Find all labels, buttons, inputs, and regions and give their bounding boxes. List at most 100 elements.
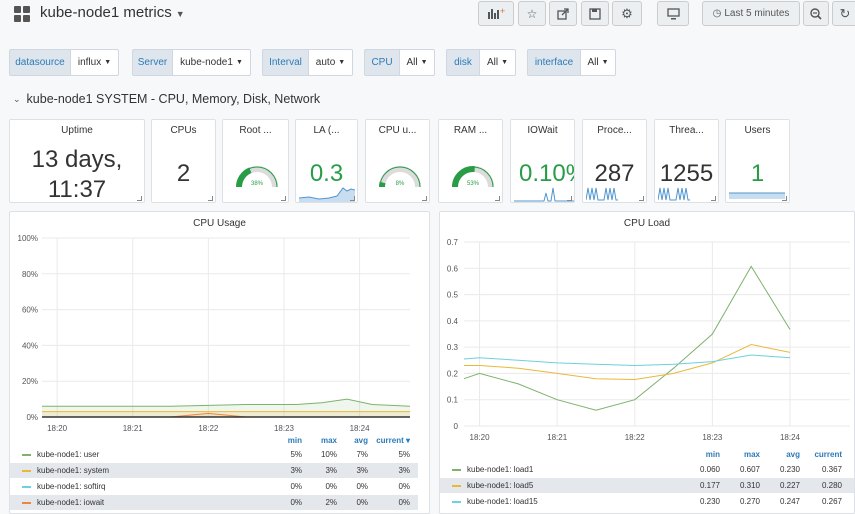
variable-select-cpu[interactable]: All ▼ [400, 49, 435, 76]
legend-header-avg[interactable]: avg [346, 436, 368, 445]
star-icon: ☆ [526, 6, 538, 21]
legend-header-current[interactable]: current [802, 450, 842, 459]
panel-threads[interactable]: Threa... 1255 [654, 119, 719, 203]
legend-avg-value: 0.230 [779, 465, 800, 474]
panel-title: Uptime [61, 125, 93, 136]
share-button[interactable] [549, 1, 577, 26]
resize-handle-icon[interactable] [137, 196, 142, 201]
series-swatch-icon[interactable] [22, 501, 31, 504]
series-swatch-icon[interactable] [22, 469, 31, 472]
legend-avg-value: 0% [356, 482, 368, 491]
cpus-value: 2 [176, 160, 191, 187]
refresh-button[interactable]: ↻ [832, 1, 855, 26]
legend-row[interactable]: kube-node1: iowait 0% 2% 0% 0% [10, 495, 418, 510]
panel-cpu-usage[interactable]: CPU Usage 0% 20% 40% 60% 80% 100% 18:20 18:21 18… [9, 211, 430, 514]
legend-row[interactable]: kube-node1: softirq 0% 0% 0% 0% [10, 479, 418, 494]
legend-header-min[interactable]: min [698, 450, 720, 459]
legend-row[interactable]: kube-node1: system 3% 3% 3% 3% [10, 463, 418, 478]
dashboard-grid-icon[interactable] [14, 6, 30, 22]
legend-header-current[interactable]: current ▾ [368, 436, 410, 445]
cpu-load-chart[interactable]: 0 0.1 0.2 0.3 0.4 0.5 0.6 0.7 18:20 18:21 18:22 18:… [440, 232, 855, 457]
panel-title: Users [744, 125, 771, 136]
panel-processes[interactable]: Proce... 287 [582, 119, 647, 203]
series-line-2 [463, 354, 791, 367]
series-swatch-icon[interactable] [452, 484, 461, 487]
panel-load-average[interactable]: LA (... 0.3 [295, 119, 358, 203]
legend-header-min[interactable]: min [280, 436, 302, 445]
panel-iowait[interactable]: IOWait 0.10% [510, 119, 575, 203]
caret-down-icon: ▼ [338, 59, 346, 66]
variable-select-interval[interactable]: auto ▼ [309, 49, 353, 76]
resize-handle-icon[interactable] [495, 196, 500, 201]
resize-handle-icon[interactable] [782, 196, 787, 201]
y-tick-label: 60% [22, 306, 38, 315]
panel-root-fs[interactable]: Root ... 38% [222, 119, 289, 203]
y-tick-label: 0.3 [447, 343, 459, 352]
panel-ram-gauge[interactable]: RAM ... 53% [438, 119, 503, 203]
variable-select-interface[interactable]: All ▼ [581, 49, 616, 76]
panel-cpu-load[interactable]: CPU Load 0 0.1 0.2 0.3 0.4 0.5 0.6 0.7 18:20 18:2… [439, 211, 855, 514]
variable-value: All [486, 57, 499, 68]
series-swatch-icon[interactable] [22, 453, 31, 456]
panel-users[interactable]: Users 1 [725, 119, 790, 203]
legend-row[interactable]: kube-node1: load1 0.060 0.607 0.230 0.367 [440, 462, 854, 477]
save-icon [589, 7, 601, 20]
zoom-out-button[interactable] [803, 1, 829, 26]
legend-min-value: 0% [290, 498, 302, 507]
legend-max-value: 2% [325, 498, 337, 507]
resize-handle-icon[interactable] [711, 196, 716, 201]
legend-avg-value: 3% [356, 466, 368, 475]
legend-current-value: 0.280 [821, 481, 842, 490]
legend-row[interactable]: kube-node1: load15 0.230 0.270 0.247 0.267 [440, 494, 854, 509]
y-tick-label: 0% [26, 413, 38, 422]
zoom-out-icon [810, 7, 822, 20]
resize-handle-icon[interactable] [422, 196, 427, 201]
legend-max-value: 0.310 [739, 481, 760, 490]
series-line-1 [464, 343, 791, 381]
resize-handle-icon[interactable] [208, 196, 213, 201]
legend-header-max[interactable]: max [738, 450, 760, 459]
panel-cpu-usage-gauge[interactable]: CPU u... 8% [365, 119, 430, 203]
series-swatch-icon[interactable] [22, 485, 31, 488]
y-tick-label: 0 [454, 422, 459, 431]
add-panel-button[interactable]: + [478, 1, 514, 26]
time-picker-button[interactable]: ◷ Last 5 minutes [702, 1, 800, 26]
resize-handle-icon[interactable] [567, 196, 572, 201]
resize-handle-icon[interactable] [281, 196, 286, 201]
x-tick-label: 18:20 [470, 433, 491, 442]
save-button[interactable] [581, 1, 609, 26]
x-tick-label: 18:24 [780, 433, 801, 442]
dashboard-title-text: kube-node1 metrics [40, 4, 172, 21]
legend-max-value: 0% [325, 482, 337, 491]
panel-uptime[interactable]: Uptime 13 days, 11:37 [9, 119, 145, 203]
panel-title: Threa... [669, 125, 704, 136]
threads-sparkline [658, 187, 690, 201]
cpu-usage-chart[interactable]: 0% 20% 40% 60% 80% 100% 18:20 18:21 18:22 18:23 18… [10, 232, 430, 442]
variable-select-server[interactable]: kube-node1 ▼ [173, 49, 251, 76]
legend-row[interactable]: kube-node1: load5 0.177 0.310 0.227 0.280 [440, 478, 854, 493]
variable-select-datasource[interactable]: influx ▼ [71, 49, 119, 76]
caret-down-icon: ▼ [104, 59, 112, 66]
dashboard-title[interactable]: kube-node1 metrics ▼ [40, 4, 185, 21]
star-button[interactable]: ☆ [518, 1, 546, 26]
iowait-sparkline [514, 187, 574, 202]
caret-down-icon: ▼ [235, 59, 243, 66]
resize-handle-icon[interactable] [639, 196, 644, 201]
legend-row[interactable]: kube-node1: user 5% 10% 7% 5% [10, 447, 418, 462]
y-tick-label: 0.1 [447, 396, 459, 405]
top-nav: kube-node1 metrics ▼ + ☆ ⚙ ◷ Last 5 minute… [0, 0, 855, 30]
panel-title: CPU u... [378, 125, 417, 136]
legend-header-max[interactable]: max [315, 436, 337, 445]
panel-cpus[interactable]: CPUs 2 [151, 119, 216, 203]
series-swatch-icon[interactable] [452, 500, 461, 503]
row-header[interactable]: ⌄ kube-node1 SYSTEM - CPU, Memory, Disk, … [13, 92, 320, 106]
variable-select-disk[interactable]: All ▼ [480, 49, 516, 76]
legend-header-avg[interactable]: avg [778, 450, 800, 459]
legend-max-value: 3% [325, 466, 337, 475]
legend-max-value: 0.270 [739, 497, 760, 506]
legend-current-value: 3% [398, 466, 410, 475]
series-swatch-icon[interactable] [452, 468, 461, 471]
resize-handle-icon[interactable] [350, 196, 355, 201]
settings-button[interactable]: ⚙ [612, 1, 642, 26]
view-mode-button[interactable] [657, 1, 689, 26]
